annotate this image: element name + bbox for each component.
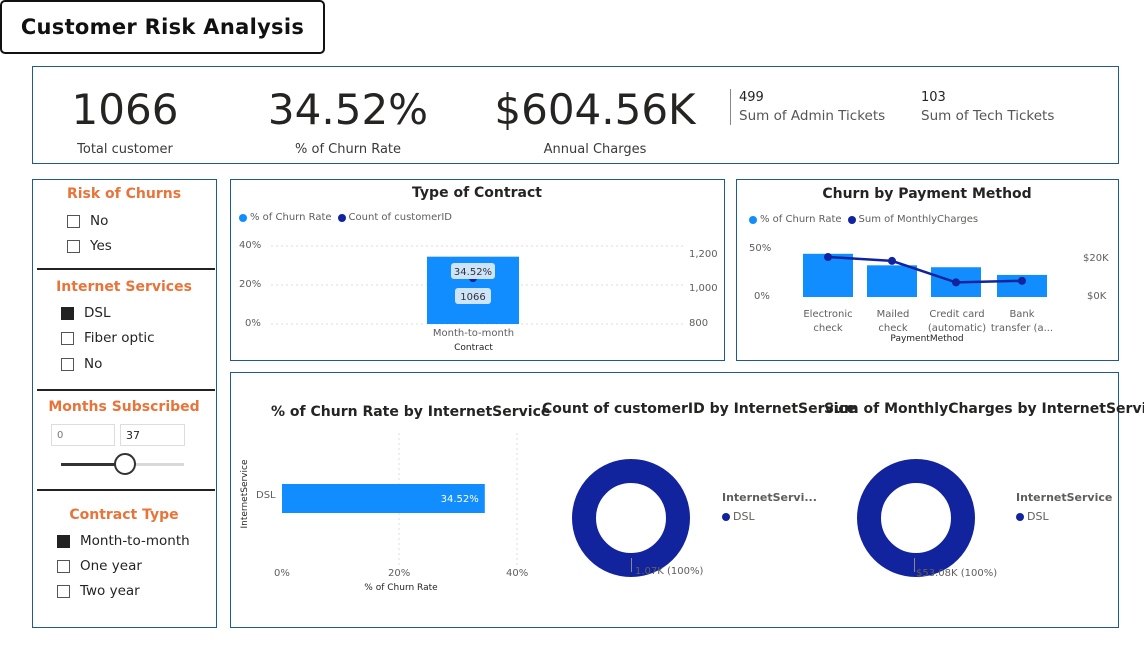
risk-option-no[interactable]: No <box>67 213 108 229</box>
kpi-churn-rate-label: % of Churn Rate <box>295 142 401 157</box>
checkbox-icon[interactable] <box>67 239 80 253</box>
payment-point-charges[interactable] <box>1018 276 1026 285</box>
contract-data-label-count[interactable]: 1066 <box>460 292 485 303</box>
kpi-panel: 1066 Total customer 34.52% % of Churn Ra… <box>32 66 1119 164</box>
kpi-annual-charges-value: $604.56K <box>494 85 696 134</box>
payment-point-charges[interactable] <box>824 253 832 262</box>
donut-charges-legend-title: InternetService <box>1016 491 1113 504</box>
months-slider-handle[interactable] <box>113 453 136 475</box>
tech-tickets-label: Sum of Tech Tickets <box>921 108 1055 124</box>
x-tick: Month-to-month <box>432 328 515 339</box>
donut-count-data-label: 1.07K (100%) <box>635 566 704 577</box>
admin-tickets-label: Sum of Admin Tickets <box>739 108 886 124</box>
donut-count-legend-item[interactable]: DSL <box>722 510 755 523</box>
contract-option-two-year[interactable]: Two year <box>57 583 140 599</box>
payment-chart-panel[interactable]: Churn by Payment Method % of Churn Rate … <box>736 179 1119 361</box>
legend-label: DSL <box>733 510 755 523</box>
internet-service-panel: % of Churn Rate by InternetService Inter… <box>230 372 1144 628</box>
months-min-input[interactable] <box>51 424 115 446</box>
x-tick-line: Mailed <box>876 309 910 320</box>
contract-slicer-title: Contract Type <box>69 507 179 523</box>
x-tick-line: check <box>813 323 843 334</box>
months-slider-track[interactable] <box>61 453 184 475</box>
donut-count-title: Count of customerID by InternetService <box>542 401 857 417</box>
risk-option-label: Yes <box>90 238 112 254</box>
donut-charges-plot[interactable] <box>846 433 986 583</box>
checkbox-icon[interactable] <box>57 559 70 573</box>
contract-data-label-churn[interactable]: 34.52% <box>454 267 492 278</box>
filter-panel: Risk of Churns No Yes Internet Services … <box>32 179 217 628</box>
x-axis-title: PaymentMethod <box>890 334 964 344</box>
payment-line-charges[interactable] <box>827 255 1023 284</box>
internet-option-label: DSL <box>84 305 111 321</box>
contract-chart-panel[interactable]: Type of Contract % of Churn Rate Count o… <box>230 179 725 361</box>
x-tick: Electronic check <box>793 308 863 336</box>
slicer-divider <box>37 268 215 270</box>
checkbox-icon[interactable] <box>61 331 74 345</box>
kpi-divider <box>730 89 731 125</box>
payment-bar-churn[interactable] <box>867 265 917 297</box>
contract-option-one-year[interactable]: One year <box>57 558 142 574</box>
contract-option-label: Month-to-month <box>80 533 190 549</box>
internet-option-no[interactable]: No <box>61 356 102 372</box>
kpi-total-customer-value: 1066 <box>71 85 179 134</box>
x-tick: Credit card (automatic) <box>922 308 992 336</box>
x-tick: 20% <box>388 568 411 579</box>
checkbox-icon[interactable] <box>57 584 70 598</box>
risk-option-label: No <box>90 213 109 229</box>
internet-option-label: No <box>84 356 103 372</box>
kpi-churn-rate-value: 34.52% <box>267 85 429 134</box>
x-axis-title: Contract <box>454 343 493 353</box>
payment-point-charges[interactable] <box>888 256 896 265</box>
risk-slicer-title: Risk of Churns <box>66 186 182 202</box>
tech-tickets-value: 103 <box>921 90 946 105</box>
x-tick: 0% <box>274 568 290 579</box>
slicer-divider <box>37 389 215 391</box>
x-tick: Mailed check <box>858 308 928 336</box>
donut-charges-slice-dsl <box>857 459 975 577</box>
legend-dot-dsl <box>1016 512 1024 521</box>
months-slicer-title: Months Subscribed <box>48 399 200 415</box>
donut-count-leader <box>631 558 632 572</box>
x-tick-line: Bank <box>1009 309 1035 320</box>
donut-count-legend-title: InternetServi... <box>722 491 817 504</box>
checkbox-checked-icon[interactable] <box>57 534 70 548</box>
admin-tickets-value: 499 <box>739 90 764 105</box>
dashboard-title-box: Customer Risk Analysis <box>0 0 325 54</box>
donut-charges-legend-item[interactable]: DSL <box>1016 510 1049 523</box>
contract-option-label: One year <box>80 558 142 574</box>
dashboard-title: Customer Risk Analysis <box>20 15 305 39</box>
internet-slicer-title: Internet Services <box>56 279 192 295</box>
kpi-annual-charges-label: Annual Charges <box>543 142 647 157</box>
donut-charges-title: Sum of MonthlyCharges by InternetService <box>824 401 1144 417</box>
internet-bar-data-label[interactable]: 34.52% <box>441 494 479 505</box>
x-axis-title: % of Churn Rate <box>364 583 438 593</box>
x-tick-line: Credit card <box>929 309 985 320</box>
checkbox-checked-icon[interactable] <box>61 306 74 320</box>
x-tick: Bank transfer (a... <box>986 308 1058 336</box>
internet-option-label: Fiber optic <box>84 330 155 346</box>
slicer-divider <box>37 489 215 491</box>
contract-option-month-to-month[interactable]: Month-to-month <box>57 533 190 549</box>
internet-option-fiber[interactable]: Fiber optic <box>61 330 155 346</box>
checkbox-icon[interactable] <box>61 357 74 371</box>
donut-count-slice-dsl <box>572 459 690 577</box>
contract-option-label: Two year <box>80 583 140 599</box>
legend-dot-dsl <box>722 512 730 521</box>
risk-option-yes[interactable]: Yes <box>67 238 112 254</box>
kpi-total-customer-label: Total customer <box>77 142 173 157</box>
legend-label: DSL <box>1027 510 1049 523</box>
payment-point-charges[interactable] <box>952 278 960 287</box>
checkbox-icon[interactable] <box>67 214 80 228</box>
x-tick: 40% <box>506 568 529 579</box>
donut-charges-data-label: $53.08K (100%) <box>916 568 998 579</box>
donut-charges-leader <box>914 558 915 572</box>
x-tick-line: Electronic <box>803 309 853 320</box>
months-max-input[interactable] <box>120 424 185 446</box>
x-tick-line: transfer (a... <box>990 323 1054 334</box>
internet-option-dsl[interactable]: DSL <box>61 305 111 321</box>
